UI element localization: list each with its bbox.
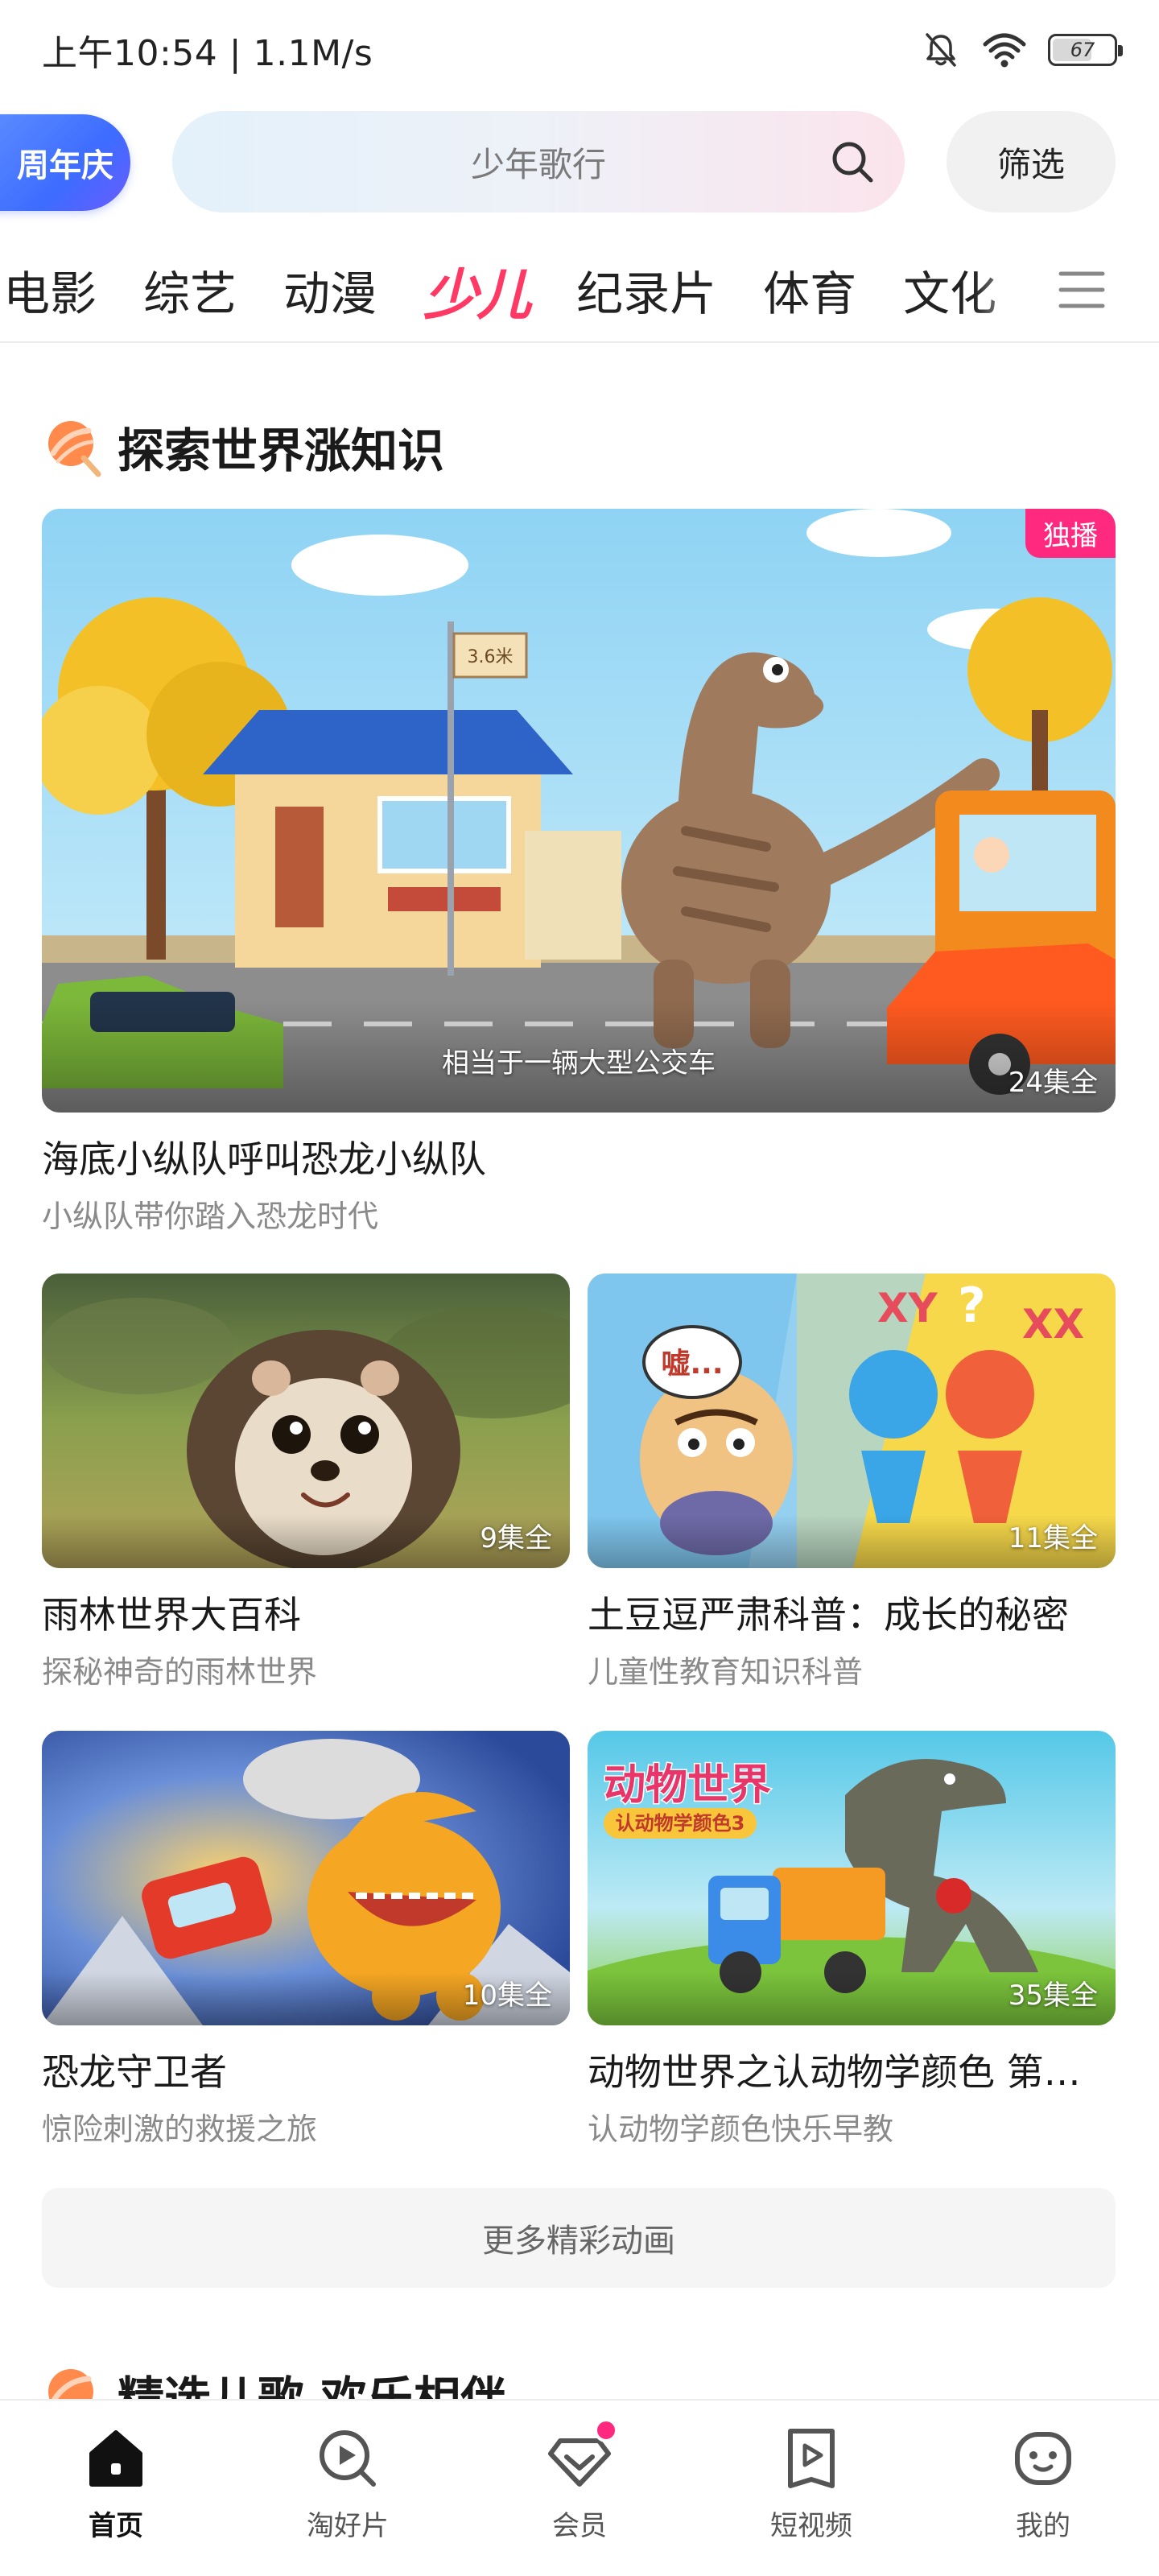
card-subtitle: 探秘神奇的雨林世界 [42,1654,318,1690]
sign-text: 3.6米 [468,647,514,667]
bubble-text: 嘘... [661,1348,723,1381]
card-title[interactable]: 动物世界之认动物学颜色 第… [588,2043,1116,2096]
nav-vip[interactable]: 会员 [499,2418,660,2543]
svg-text:?: ? [958,1278,986,1334]
nav-home[interactable]: 首页 [35,2423,196,2543]
more-animations-button[interactable]: 更多精彩动画 [42,2188,1116,2288]
thumbnail-dino-guardian[interactable]: 10集全 [42,1731,570,2025]
featured-thumbnail[interactable]: 3.6米 相当于一辆大型公交车 独播 24集全 [42,509,1116,1113]
category-tab-3[interactable]: 少儿 [423,250,531,330]
nav-discover[interactable]: 淘好片 [267,2423,428,2543]
card-subtitle: 认动物学颜色快乐早教 [588,2112,894,2147]
category-fade [974,238,1038,341]
home-icon [89,2430,142,2487]
svg-text:XY: XY [877,1285,938,1331]
video-card-animal-world[interactable]: 动物世界 认动物学颜色3 35集全 动物世界之认动物学颜色 第… 认动物学颜色快… [588,1731,1116,2149]
episode-count: 11集全 [1008,1522,1098,1554]
search-icon[interactable] [829,138,876,185]
search-row: 周年庆 少年歌行 筛选 [0,108,1159,213]
section-header: 探索世界涨知识 [42,411,444,483]
status-bar: 上午10:54 | 1.1M/s 67 [0,0,1159,100]
nav-label: 首页 [89,2510,143,2542]
category-tab-0[interactable]: 电影 [3,256,97,324]
filter-button[interactable]: 筛选 [947,111,1116,213]
card-title[interactable]: 恐龙守卫者 [42,2043,570,2096]
nav-label: 淘好片 [307,2510,389,2542]
svg-text:XX: XX [1022,1301,1084,1348]
featured-card[interactable]: 3.6米 相当于一辆大型公交车 独播 24集全 海底小纵队呼叫恐龙小纵队 小纵队… [42,509,1116,1236]
poster-title: 动物世界 [604,1761,771,1810]
nav-label: 会员 [552,2510,607,2542]
nav-label: 我的 [1016,2510,1070,2542]
card-title[interactable]: 雨林世界大百科 [42,1586,570,1639]
video-card-rainforest[interactable]: 9集全 雨林世界大百科 探秘神奇的雨林世界 [42,1274,570,1691]
episode-count: 35集全 [1008,1979,1098,2012]
search-placeholder: 少年歌行 [470,144,606,184]
card-subtitle: 小纵队带你踏入恐龙时代 [42,1199,379,1234]
menu-icon[interactable] [1056,264,1107,316]
wifi-icon [983,33,1026,68]
exclusive-badge: 独播 [1025,509,1116,558]
status-time: 上午10:54 | 1.1M/s [42,33,373,74]
mute-bell-icon [926,33,956,67]
poster-subtitle: 认动物学颜色3 [616,1812,745,1835]
category-tab-1[interactable]: 综艺 [143,256,237,324]
search-input[interactable]: 少年歌行 [172,111,905,213]
battery-icon: 67 [1048,34,1123,66]
card-subtitle: 儿童性教育知识科普 [588,1654,864,1690]
section-title: 探索世界涨知识 [118,423,445,478]
category-scroll[interactable]: 电影 综艺 动漫 少儿 纪录片 体育 文化 [0,238,1026,341]
episode-count: 24集全 [1008,1067,1098,1099]
profile-icon [1015,2432,1071,2485]
video-caption: 相当于一辆大型公交车 [442,1047,716,1080]
thumbnail-animal-world[interactable]: 动物世界 认动物学颜色3 35集全 [588,1731,1116,2025]
category-tab-5[interactable]: 体育 [763,256,856,324]
anniversary-button[interactable]: 周年庆 [0,114,130,211]
card-title[interactable]: 海底小纵队呼叫恐龙小纵队 [42,1130,1116,1183]
card-title[interactable]: 土豆逗严肃科普：成长的秘密 [588,1586,1116,1639]
discover-icon [320,2430,376,2487]
lollipop-icon [48,421,101,477]
card-subtitle: 惊险刺激的救援之旅 [42,2112,318,2147]
thumbnail-rainforest[interactable]: 9集全 [42,1274,570,1568]
notification-dot [594,2418,618,2442]
category-tabs: 电影 综艺 动漫 少儿 纪录片 体育 文化 [0,238,1159,343]
nav-label: 短视频 [770,2510,852,2542]
short-video-icon [788,2429,835,2488]
video-card-potato[interactable]: 嘘... XY ? XX 11集全 土豆逗严肃科普：成长的秘密 儿童性教育知识科… [588,1274,1116,1691]
bottom-navigation: 首页 淘好片 会员 短视频 我的 [0,2399,1159,2576]
battery-percent: 67 [1070,39,1095,61]
nav-profile[interactable]: 我的 [963,2423,1124,2543]
category-tab-4[interactable]: 纪录片 [576,256,716,324]
status-icons: 67 [921,30,1123,70]
video-card-dino-guardian[interactable]: 10集全 恐龙守卫者 惊险刺激的救援之旅 [42,1731,570,2149]
category-tab-2[interactable]: 动漫 [283,256,377,324]
nav-short-video[interactable]: 短视频 [731,2423,892,2543]
episode-count: 9集全 [480,1522,552,1554]
thumbnail-potato[interactable]: 嘘... XY ? XX 11集全 [588,1274,1116,1568]
episode-count: 10集全 [462,1979,552,2012]
